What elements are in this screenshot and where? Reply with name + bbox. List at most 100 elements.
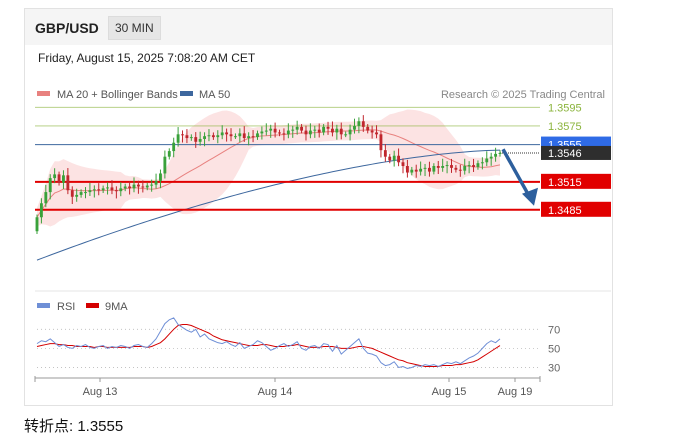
resistance-label: 1.3575 [548,121,582,133]
candle-body [189,137,193,139]
rsi-legend-label: RSI [57,301,75,313]
price-chart: MA 20 + Bollinger Bands MA 50 Research © 2… [34,89,611,398]
candle-body [238,133,242,137]
candle-body [339,128,343,135]
candle-body [423,167,427,169]
candle-body [463,166,467,171]
candle-body [361,121,365,127]
candle-body [75,194,79,197]
source-label: Research © 2025 Trading Central [441,89,605,101]
candle-body [70,190,74,197]
ma50-legend-swatch [180,91,193,96]
candle-body [159,173,162,181]
x-tick-label: Aug 14 [258,386,293,398]
candle-body [220,132,224,136]
candle-body [366,126,370,131]
candle-body [251,136,255,138]
rsi-line [36,317,501,369]
candle-body [44,192,48,204]
candle-body [467,165,471,167]
candle-body [498,152,502,154]
candle-body [247,136,251,139]
candle-body [432,166,436,172]
candle-body [273,128,277,133]
candle-body [53,174,57,179]
candle-body [114,190,118,192]
candle-body [348,129,352,135]
candle-body [106,187,109,189]
candle-body [35,217,39,232]
candle-body [405,166,409,173]
forecast-arrow-shaft [501,148,531,197]
candle-body [110,187,114,191]
rsi-ma-legend-swatch [86,303,99,308]
candle-body [39,203,43,218]
candle-body [388,156,392,161]
last-price-label: 1.3546 [548,148,582,160]
x-tick-label: Aug 15 [432,386,467,398]
candle-body [379,134,383,151]
candle-body [410,169,414,173]
candle-body [458,169,462,171]
candle-body [489,156,493,159]
candle-body [335,128,339,133]
candle-body [450,165,453,168]
candle-body [154,180,158,185]
candle-body [172,142,176,152]
candle-body [260,131,264,134]
candle-body [128,186,132,189]
candle-body [101,188,105,191]
candle-body [229,134,233,137]
candle-body [370,130,374,133]
candle-body [256,133,259,138]
candle-body [233,136,237,138]
candle-body [441,166,445,168]
candle-body [132,184,136,189]
candle-body [141,186,145,188]
candle-body [167,151,171,157]
candle-body [57,174,61,183]
candle-body [480,162,484,164]
candle-body [194,137,198,142]
candle-body [331,128,334,133]
candle-body [66,175,70,191]
candle-body [264,130,268,132]
candle-body [392,155,396,161]
rsi-legend-swatch [37,303,50,308]
candle-body [445,165,449,167]
candle-body [304,130,308,135]
candle-body [198,138,202,142]
candle-body [414,169,418,172]
support-label: 1.3485 [548,205,582,217]
candle-body [207,135,211,137]
candle-body [485,158,489,163]
candle-body [62,175,65,183]
candle-body [123,186,127,189]
candle-body [163,156,167,174]
candle-body [383,150,387,157]
support-label: 1.3515 [548,177,582,189]
rsi-tick-label: 70 [548,324,560,336]
candle-body [136,184,140,187]
candle-body [185,135,189,139]
candle-body [353,125,356,130]
ma20-legend-label: MA 20 + Bollinger Bands [57,89,178,101]
candle-body [150,184,154,186]
candle-body [401,162,405,166]
candle-body [84,192,87,194]
candle-body [282,133,286,135]
rsi-ma-legend-label: 9MA [105,301,128,313]
candle-body [344,134,348,136]
candle-body [291,129,295,131]
candle-body [79,192,83,195]
candle-body [357,121,361,126]
candle-body [300,126,304,131]
ma20-legend-swatch [37,91,50,96]
candle-body [269,128,273,131]
candle-body [97,189,101,191]
candle-body [119,188,123,192]
pivot-point-text: 转折点: 1.3555 [24,418,124,435]
candle-body [476,163,480,167]
candle-body [145,185,149,188]
candle-body [326,126,330,129]
